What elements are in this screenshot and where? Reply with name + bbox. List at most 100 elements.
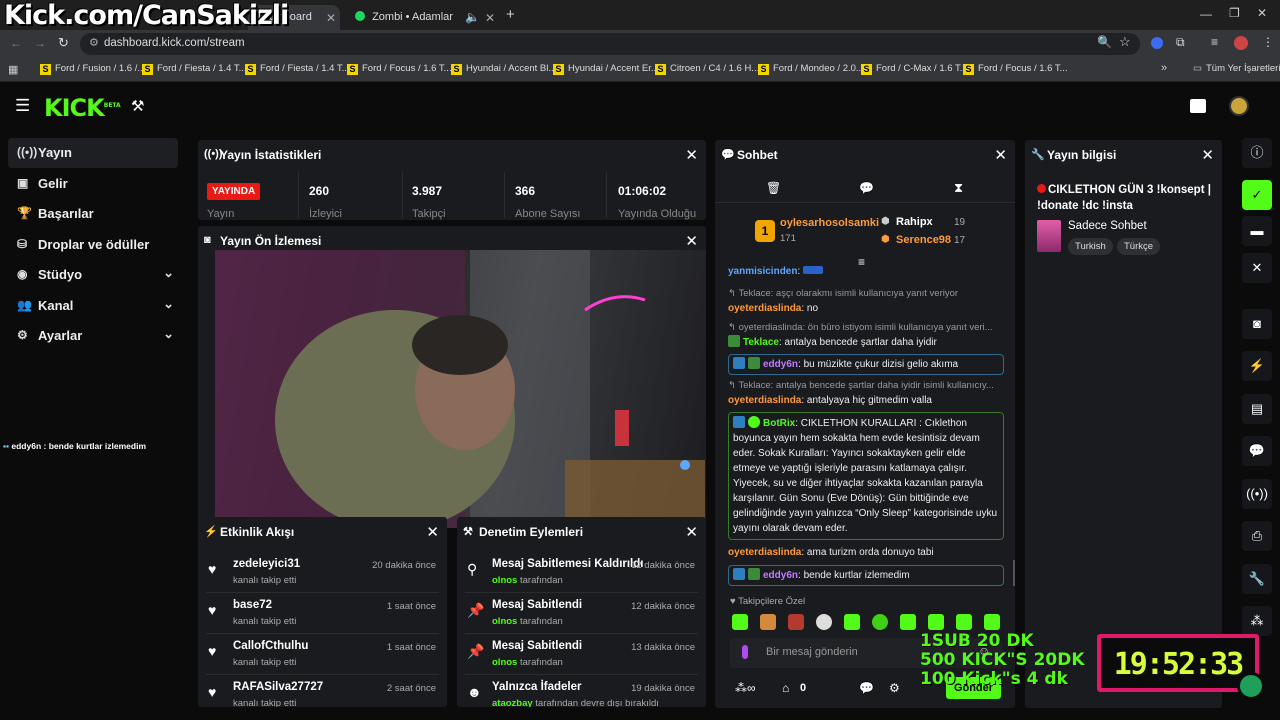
people-icon[interactable]: ⁂∞ xyxy=(735,681,756,695)
star-icon[interactable]: ☆ xyxy=(1119,34,1131,50)
hourglass-icon[interactable]: ⧗ xyxy=(954,180,963,196)
camera-icon[interactable]: ◙ xyxy=(1242,309,1272,339)
more-bookmarks-icon[interactable]: » xyxy=(1161,62,1167,74)
chat-bubble-icon[interactable]: 💬 xyxy=(859,181,874,195)
event-user[interactable]: zedeleyici31 xyxy=(233,558,300,570)
top-gifter-name[interactable]: oylesarhosolsamki xyxy=(780,217,879,229)
event-user[interactable]: base72 xyxy=(233,599,272,611)
stream-preview-video[interactable] xyxy=(215,250,706,528)
tag-chip[interactable]: Turkish xyxy=(1068,238,1113,255)
people-icon[interactable]: ⁂ xyxy=(1242,606,1272,636)
bookmark-item[interactable]: S Ford / Focus / 1.6 T... xyxy=(347,63,452,75)
chat-username[interactable]: oyeterdiaslinda xyxy=(728,395,801,406)
sidebar-item-studyo[interactable]: ◉ Stüdyo ⌄ xyxy=(8,260,178,290)
chat-username[interactable]: eddy6n xyxy=(763,359,798,370)
second-gifter-name[interactable]: Rahipx xyxy=(896,216,933,228)
apps-icon[interactable]: ▦ xyxy=(8,63,18,76)
third-gifter-name[interactable]: Serence98 xyxy=(896,234,951,246)
layout-icon[interactable]: ▬ xyxy=(1242,216,1272,246)
emote-icon[interactable] xyxy=(928,614,944,630)
zoom-icon[interactable]: 🔍 xyxy=(1097,35,1112,49)
window-close-button[interactable]: ✕ xyxy=(1257,6,1267,20)
minimize-button[interactable]: — xyxy=(1200,7,1212,21)
sidebar-item-gelir[interactable]: ▣ Gelir xyxy=(8,169,178,199)
sidebar-item-droplar[interactable]: ⛁ Droplar ve ödüller xyxy=(8,230,178,260)
store-icon[interactable]: ⌂ xyxy=(782,681,789,695)
emote-icon[interactable] xyxy=(844,614,860,630)
bookmark-item[interactable]: S Ford / Fusion / 1.6 /... xyxy=(40,63,145,75)
user-avatar[interactable] xyxy=(1229,96,1249,116)
sidebar-item-ayarlar[interactable]: ⚙ Ayarlar ⌄ xyxy=(8,321,178,351)
wrench-icon[interactable]: 🔧 xyxy=(1242,564,1272,594)
hammer-icon[interactable]: ⚒ xyxy=(131,97,144,115)
broadcast-icon[interactable]: ((•)) xyxy=(1242,479,1272,509)
emote-icon[interactable] xyxy=(760,614,776,630)
media-icon[interactable]: ≡ xyxy=(1211,35,1218,49)
emote-icon[interactable] xyxy=(900,614,916,630)
gear-icon[interactable]: ⚙ xyxy=(889,681,900,695)
close-icon[interactable]: ✕ xyxy=(1201,146,1214,164)
moderator-name[interactable]: olnos xyxy=(492,616,517,627)
emote-icon[interactable] xyxy=(984,614,1000,630)
extension-icon[interactable] xyxy=(1151,37,1163,49)
puzzle-icon[interactable]: ⧉ xyxy=(1176,35,1185,50)
bookmark-item[interactable]: S Hyundai / Accent Bl... xyxy=(451,63,556,75)
close-icon[interactable]: ✕ xyxy=(685,232,698,250)
all-bookmarks-folder[interactable]: ▭ Tüm Yer İşaretleri xyxy=(1193,63,1280,74)
site-info-icon[interactable]: ⚙ xyxy=(89,36,99,49)
emote-icon[interactable] xyxy=(732,614,748,630)
restore-button[interactable]: ❐ xyxy=(1229,6,1240,20)
chat-username[interactable]: oyeterdiaslinda xyxy=(728,303,801,314)
close-icon[interactable]: ✕ xyxy=(485,11,495,25)
url-input[interactable]: dashboard.kick.com/stream xyxy=(80,33,1140,55)
reload-icon[interactable]: ↻ xyxy=(58,35,69,51)
sidebar-item-kanal[interactable]: 👥 Kanal ⌄ xyxy=(8,291,178,321)
sidebar-item-basarilar[interactable]: 🏆 Başarılar xyxy=(8,199,178,229)
event-user[interactable]: CallofCthulhu xyxy=(233,640,308,652)
chat-settings-icon[interactable]: 💬 xyxy=(859,681,874,695)
chat-username[interactable]: eddy6n xyxy=(763,570,798,581)
chat-username[interactable]: yanmisicinden xyxy=(728,266,797,277)
bookmark-item[interactable]: S Hyundai / Accent Er... xyxy=(553,63,659,75)
close-icon[interactable]: ✕ xyxy=(326,11,336,25)
profile-avatar[interactable] xyxy=(1234,36,1248,50)
chat-username[interactable]: oyeterdiaslinda xyxy=(728,547,801,558)
category-thumbnail[interactable] xyxy=(1037,220,1061,252)
moderator-name[interactable]: ataozbay xyxy=(492,698,533,707)
moderator-name[interactable]: olnos xyxy=(492,657,517,668)
event-user[interactable]: RAFASilva27727 xyxy=(233,681,323,693)
close-icon[interactable]: ✕ xyxy=(685,523,698,541)
back-icon[interactable]: ← xyxy=(10,36,22,50)
bookmark-item[interactable]: S Ford / Mondeo / 2.0... xyxy=(758,63,864,75)
tag-chip[interactable]: Türkçe xyxy=(1117,238,1161,255)
mod-view-icon[interactable] xyxy=(1190,99,1206,113)
category-name[interactable]: Sadece Sohbet xyxy=(1068,220,1147,232)
kick-logo[interactable]: KICKBETA xyxy=(44,94,121,122)
menu-icon[interactable]: ⋮ xyxy=(1262,35,1274,49)
bookmark-item[interactable]: S Ford / Fiesta / 1.4 T... xyxy=(245,63,350,75)
emote-icon[interactable] xyxy=(788,614,804,630)
bookmark-item[interactable]: S Ford / Focus / 1.6 T... xyxy=(963,63,1068,75)
scrollbar[interactable] xyxy=(1013,560,1015,586)
hamburger-icon[interactable]: ☰ xyxy=(15,96,30,116)
chat-username[interactable]: BotRix xyxy=(763,418,795,429)
close-icon[interactable]: ✕ xyxy=(1242,253,1272,283)
forward-icon[interactable]: → xyxy=(34,36,46,50)
check-icon[interactable]: ✓ xyxy=(1242,180,1272,210)
emote-icon[interactable] xyxy=(956,614,972,630)
info-icon[interactable]: ⓘ xyxy=(1242,138,1272,168)
sidebar-item-yayin[interactable]: ((•)) Yayın xyxy=(8,138,178,168)
document-icon[interactable]: ▤ xyxy=(1242,394,1272,424)
chat-username[interactable]: Teklace xyxy=(743,337,779,348)
new-tab-button[interactable]: + xyxy=(506,6,515,23)
close-icon[interactable]: ✕ xyxy=(685,146,698,164)
bolt-icon[interactable]: ⚡ xyxy=(1242,351,1272,381)
trash-icon[interactable]: 🗑 xyxy=(766,181,781,195)
bookmark-item[interactable]: S Citroen / C4 / 1.6 H... xyxy=(655,63,759,75)
bookmark-item[interactable]: S Ford / Fiesta / 1.4 T... xyxy=(142,63,247,75)
close-icon[interactable]: ✕ xyxy=(426,523,439,541)
bookmark-item[interactable]: S Ford / C-Max / 1.6 T... xyxy=(861,63,968,75)
tab-zombi[interactable]: Zombi • Adamlar 🔈 ✕ xyxy=(345,5,500,30)
emote-icon[interactable] xyxy=(872,614,888,630)
chat-icon[interactable]: 💬 xyxy=(1242,436,1272,466)
